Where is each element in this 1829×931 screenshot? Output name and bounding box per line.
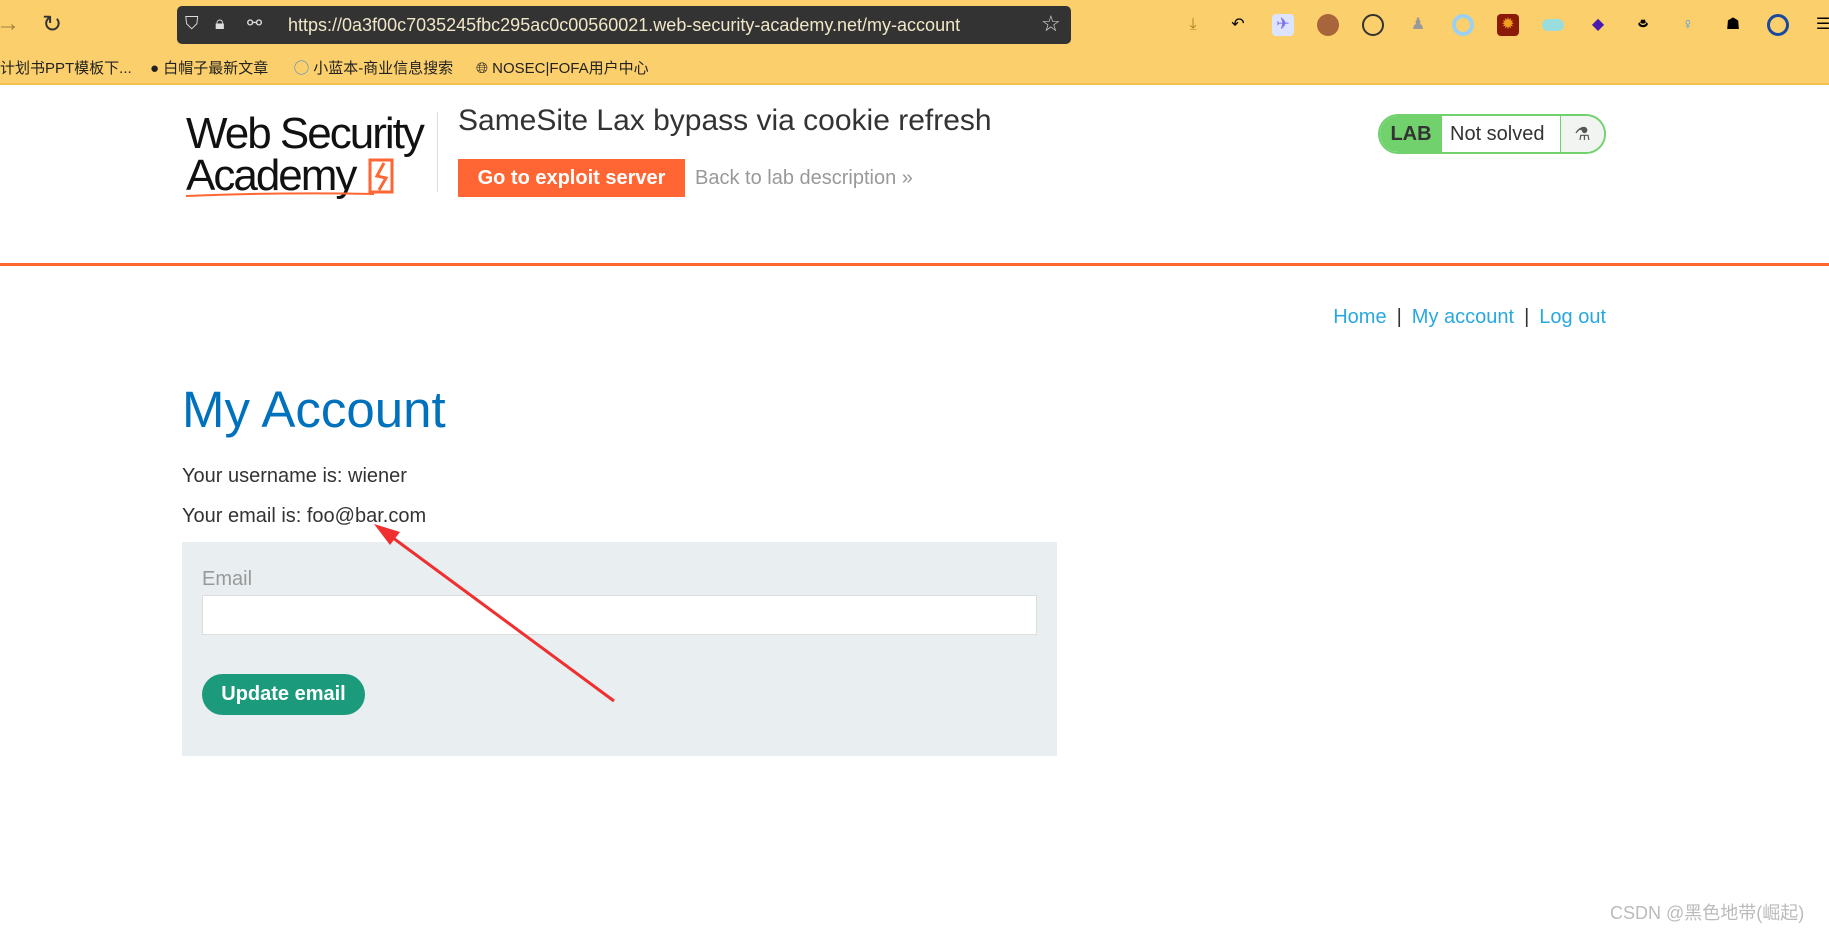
watermark: CSDN @黑色地带(崛起) <box>1610 903 1805 923</box>
annotation-arrow <box>374 524 615 703</box>
